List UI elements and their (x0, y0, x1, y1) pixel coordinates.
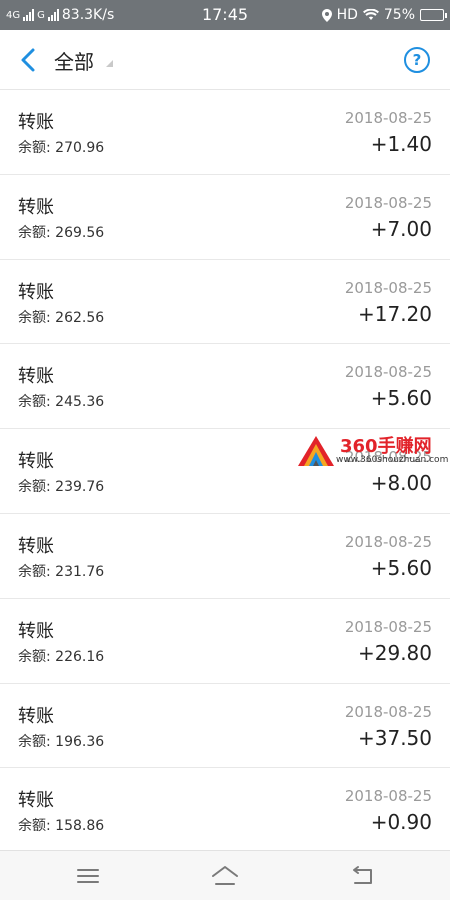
network-speed: 83.3K/s (61, 7, 115, 23)
transaction-amount: +17.20 (357, 301, 432, 326)
transaction-balance: 余额: 231.76 (18, 563, 105, 580)
transaction-title: 转账 (18, 535, 54, 557)
header-bar: 全部 ? (0, 30, 450, 90)
watermark: 360手赚网 www.360shouzhuan.com (296, 430, 449, 470)
transaction-amount: +5.60 (370, 555, 432, 580)
transaction-balance: 余额: 158.86 (18, 818, 105, 835)
status-right: HD 75% (321, 0, 447, 30)
transaction-row[interactable]: 转账余额: 158.86 2018-08-25 +0.90 (0, 768, 450, 854)
transaction-balance: 余额: 196.36 (18, 733, 105, 750)
transaction-row[interactable]: 转账余额: 269.56 2018-08-25 +7.00 (0, 174, 450, 260)
location-icon (321, 8, 332, 22)
transaction-date: 2018-08-25 (344, 278, 432, 297)
transaction-date: 2018-08-25 (344, 363, 432, 382)
hd-label: HD (336, 7, 358, 23)
transaction-amount: +29.80 (357, 640, 432, 665)
dropdown-triangle-icon[interactable] (106, 60, 113, 67)
transaction-row[interactable]: 转账余额: 226.16 2018-08-25 +29.80 (0, 598, 450, 684)
watermark-url: www.360shouzhuan.com (336, 455, 449, 465)
filter-title[interactable]: 全部 (54, 46, 94, 75)
transaction-title: 转账 (18, 281, 54, 303)
transaction-title: 转账 (18, 620, 54, 642)
transaction-balance: 余额: 269.56 (18, 224, 105, 241)
status-left: 4G G 83.3K/s (6, 0, 114, 30)
signal-icon (23, 9, 35, 21)
wifi-icon (362, 9, 379, 20)
transaction-date: 2018-08-25 (344, 193, 432, 212)
transaction-row[interactable]: 转账余额: 245.36 2018-08-25 +5.60 (0, 344, 450, 430)
menu-icon[interactable] (73, 863, 103, 889)
transaction-row[interactable]: 转账余额: 262.56 2018-08-25 +17.20 (0, 259, 450, 345)
transaction-title: 转账 (18, 705, 54, 727)
transaction-balance: 余额: 226.16 (18, 648, 105, 665)
transaction-date: 2018-08-25 (344, 532, 432, 551)
transaction-row[interactable]: 转账余额: 196.36 2018-08-25 +37.50 (0, 683, 450, 769)
transaction-date: 2018-08-25 (344, 702, 432, 721)
transaction-date: 2018-08-25 (344, 787, 432, 806)
transaction-list: 转账 余额: 270.96 2018-08-25 +1.40 转账 余额: 269.56 2… (0, 90, 450, 854)
transaction-balance: 余额: 262.56 (18, 309, 105, 326)
transaction-balance: 余额: 245.36 (18, 394, 105, 411)
transaction-title: 转账 (18, 790, 54, 812)
transaction-title: 转账 (18, 196, 54, 218)
transaction-title: 转账 (18, 112, 54, 133)
transaction-amount: +8.00 (370, 471, 432, 496)
transaction-amount: +5.60 (370, 386, 432, 411)
transaction-balance: 余额: 239.76 (18, 479, 105, 496)
transaction-amount: +37.50 (357, 725, 432, 750)
watermark-logo-icon (298, 436, 334, 466)
transaction-row[interactable]: 转账余额: 231.76 2018-08-25 +5.60 (0, 513, 450, 599)
transaction-title: 转账 (18, 366, 54, 388)
transaction-date: 2018-08-25 (344, 109, 432, 127)
back-return-icon[interactable] (347, 863, 377, 889)
help-button[interactable]: ? (404, 47, 430, 73)
transaction-date: 2018-08-25 (344, 617, 432, 636)
network-type-1: 4G (6, 9, 21, 21)
system-nav-bar (0, 850, 450, 900)
transaction-amount: +1.40 (370, 132, 432, 156)
transaction-title: 转账 (18, 451, 54, 473)
signal-icon-2 (47, 9, 59, 21)
status-bar: 4G G 83.3K/s 17:45 HD 75% (0, 0, 450, 30)
transaction-row[interactable]: 转账余额: 270.96 2018-08-25 +1.40 (0, 90, 450, 175)
battery-icon (420, 9, 447, 21)
transaction-balance: 余额: 270.96 (18, 140, 105, 156)
transaction-amount: +7.00 (370, 216, 432, 241)
network-type-2: G (37, 9, 45, 21)
home-icon[interactable] (210, 863, 240, 889)
battery-percent: 75% (383, 7, 415, 23)
transaction-amount: +0.90 (370, 810, 432, 835)
back-arrow-icon[interactable] (16, 46, 42, 74)
